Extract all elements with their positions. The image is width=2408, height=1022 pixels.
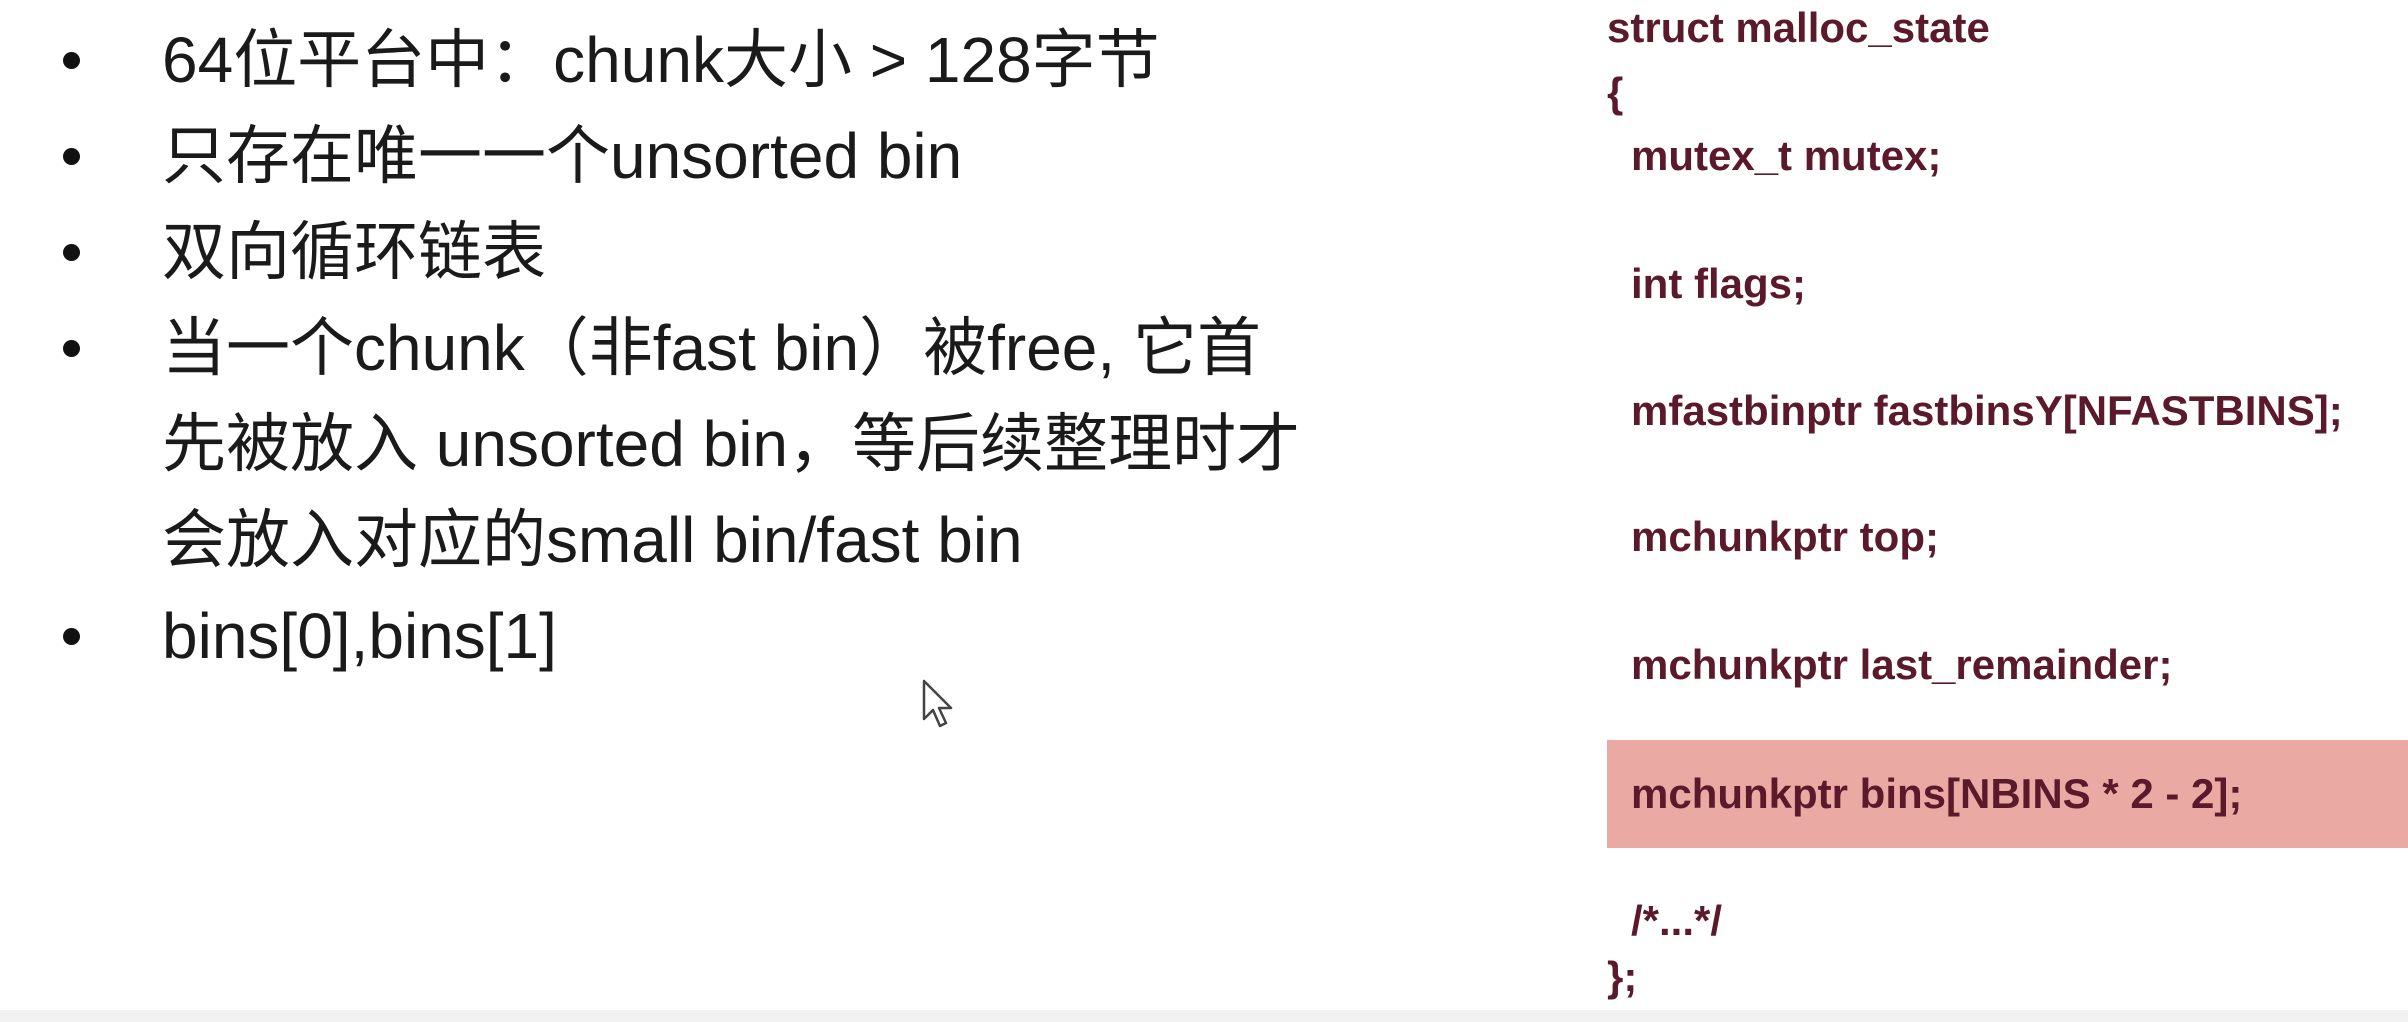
field-fastbins: mfastbinptr fastbinsY[NFASTBINS]; <box>1631 387 2343 434</box>
close-brace: }; <box>1607 953 1638 1000</box>
field-last-remainder: mchunkptr last_remainder; <box>1631 641 2173 688</box>
bullet-text-line-3: 会放入对应的small bin/fast bin <box>162 504 1023 576</box>
bullet-item-chunk-size: 64位平台中：chunk大小 > 128字节 <box>55 12 1505 108</box>
bullet-text: bins[0],bins[1] <box>162 600 557 672</box>
bullet-text: 双向循环链表 <box>162 216 546 288</box>
open-brace: { <box>1607 69 1624 116</box>
field-bins: mchunkptr bins[NBINS * 2 - 2]; <box>1631 770 2243 817</box>
bullet-list: 64位平台中：chunk大小 > 128字节 只存在唯一一个unsorted b… <box>55 12 1505 684</box>
bullet-item-free-behavior: 当一个chunk（非fast bin）被free, 它首 先被放入 unsort… <box>55 300 1505 588</box>
field-flags: int flags; <box>1631 260 1806 307</box>
bullet-dot-icon <box>63 244 80 261</box>
comment-ellipsis: /*...*/ <box>1631 897 1723 944</box>
code-panel: struct malloc_state { mutex_t mutex; int… <box>1607 0 2408 1022</box>
mouse-cursor-icon <box>922 679 953 728</box>
field-mutex: mutex_t mutex; <box>1631 132 1942 179</box>
bullet-item-doubly-linked-list: 双向循环链表 <box>55 204 1505 300</box>
bottom-strip <box>0 1010 2408 1022</box>
struct-declaration: struct malloc_state <box>1607 4 1990 51</box>
bullet-dot-icon <box>63 628 80 645</box>
bullet-dot-icon <box>63 340 80 357</box>
bullet-text: 64位平台中：chunk大小 > 128字节 <box>162 24 1160 96</box>
bullet-dot-icon <box>63 52 80 69</box>
bullet-item-unique-unsorted-bin: 只存在唯一一个unsorted bin <box>55 108 1505 204</box>
bullet-text-line-2: 先被放入 unsorted bin，等后续整理时才 <box>162 408 1301 480</box>
field-top: mchunkptr top; <box>1631 513 1939 560</box>
bullet-text: 只存在唯一一个unsorted bin <box>162 120 963 192</box>
bullet-dot-icon <box>63 148 80 165</box>
bullet-text-line-1: 当一个chunk（非fast bin）被free, 它首 <box>162 312 1261 384</box>
bullet-item-bins-index: bins[0],bins[1] <box>55 588 1505 684</box>
